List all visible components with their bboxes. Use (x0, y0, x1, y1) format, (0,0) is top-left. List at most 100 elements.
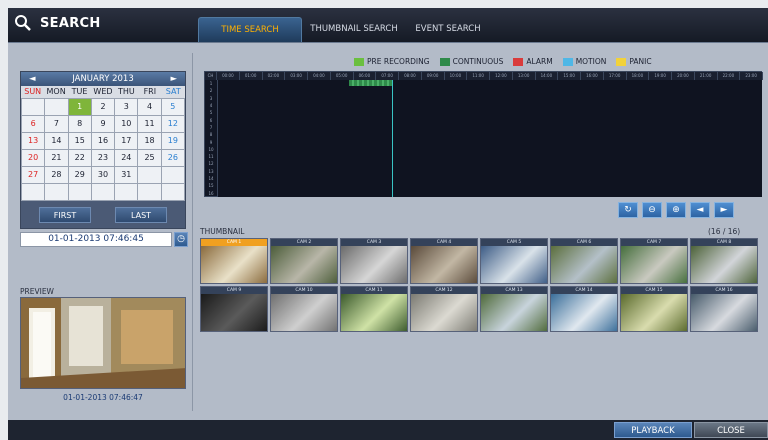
calendar-day (138, 167, 161, 183)
weekday-label: WED (93, 87, 113, 96)
thumbnail-item[interactable]: CAM 5 (480, 238, 548, 284)
calendar-day[interactable]: 13 (22, 133, 45, 149)
calendar-day[interactable]: 11 (138, 116, 161, 132)
weekday-label: FRI (143, 87, 157, 96)
first-button[interactable]: FIRST (39, 207, 91, 223)
legend: PRE RECORDING CONTINUOUS ALARM MOTION PA… (354, 57, 652, 66)
calendar-day[interactable]: 8 (68, 116, 91, 132)
timeline-grid[interactable] (217, 80, 762, 197)
calendar-day[interactable]: 2 (91, 99, 115, 115)
hour-label: 14:00 (536, 72, 559, 80)
calendar-day[interactable]: 3 (115, 99, 138, 115)
last-button[interactable]: LAST (115, 207, 167, 223)
calendar-header: ◄ JANUARY 2013 ► (21, 72, 185, 86)
hour-label: 01:00 (240, 72, 263, 80)
timeline-hours: CH 00:00 01:00 02:00 03:00 04:00 05:00 06:00 07:… (205, 72, 763, 80)
prev-month-icon[interactable]: ◄ (29, 74, 36, 84)
channel-label: 4 (209, 102, 213, 108)
calendar-day[interactable]: 10 (115, 116, 138, 132)
calendar-day[interactable]: 9 (91, 116, 115, 132)
tab-time-search[interactable]: TIME SEARCH (198, 17, 302, 42)
hour-label: 16:00 (581, 72, 604, 80)
calendar-day[interactable]: 25 (138, 150, 161, 166)
weekday-label: THU (118, 87, 135, 96)
next-icon[interactable]: ► (714, 202, 734, 218)
calendar-day (161, 184, 184, 200)
calendar-day (115, 184, 138, 200)
calendar-day[interactable]: 24 (115, 150, 138, 166)
zoom-out-icon[interactable]: ⊖ (642, 202, 662, 218)
thumbnail-item[interactable]: CAM 8 (690, 238, 758, 284)
hour-label: 08:00 (399, 72, 422, 80)
preview-image (20, 297, 186, 389)
calendar-buttons: FIRST LAST (21, 201, 185, 223)
calendar-day[interactable]: 23 (91, 150, 115, 166)
camera-thumbnail-image (201, 246, 267, 283)
calendar-day[interactable]: 31 (115, 167, 138, 183)
thumbnail-caption: CAM 12 (411, 287, 477, 294)
hour-label: 18:00 (627, 72, 650, 80)
thumbnail-item[interactable]: CAM 10 (270, 286, 338, 332)
thumbnail-item[interactable]: CAM 1 (200, 238, 268, 284)
calendar-day (161, 167, 184, 183)
timeline-controls: ↻ ⊖ ⊕ ◄ ► (618, 202, 734, 218)
thumbnail-item[interactable]: CAM 9 (200, 286, 268, 332)
thumbnail-item[interactable]: CAM 11 (340, 286, 408, 332)
clock-icon[interactable]: ◷ (174, 232, 188, 247)
close-button[interactable]: CLOSE (694, 422, 768, 438)
calendar-day[interactable]: 17 (115, 133, 138, 149)
thumbnail-item[interactable]: CAM 7 (620, 238, 688, 284)
calendar-day[interactable]: 19 (161, 133, 184, 149)
timeline[interactable]: CH 00:00 01:00 02:00 03:00 04:00 05:00 06:00 07:… (204, 71, 763, 197)
preview-scene (21, 298, 185, 388)
thumbnail-item[interactable]: CAM 13 (480, 286, 548, 332)
calendar-day[interactable]: 22 (68, 150, 91, 166)
thumbnail-item[interactable]: CAM 15 (620, 286, 688, 332)
thumbnail-item[interactable]: CAM 2 (270, 238, 338, 284)
thumbnail-item[interactable]: CAM 16 (690, 286, 758, 332)
calendar-day[interactable]: 27 (22, 167, 45, 183)
calendar-day[interactable]: 7 (45, 116, 68, 132)
hour-label: 10:00 (445, 72, 468, 80)
calendar-day[interactable]: 14 (45, 133, 68, 149)
camera-thumbnail-image (201, 294, 267, 331)
channel-label: 5 (209, 110, 213, 116)
calendar-day[interactable]: 30 (91, 167, 115, 183)
refresh-icon[interactable]: ↻ (618, 202, 638, 218)
calendar-day[interactable]: 28 (45, 167, 68, 183)
thumbnail-caption: CAM 16 (691, 287, 757, 294)
legend-item: CONTINUOUS (439, 57, 503, 66)
prev-icon[interactable]: ◄ (690, 202, 710, 218)
hour-label: 00:00 (217, 72, 240, 80)
calendar-day[interactable]: 15 (68, 133, 91, 149)
next-month-icon[interactable]: ► (170, 74, 177, 84)
thumbnail-item[interactable]: CAM 6 (550, 238, 618, 284)
zoom-in-icon[interactable]: ⊕ (666, 202, 686, 218)
calendar-day[interactable]: 29 (68, 167, 91, 183)
thumbnail-grid: CAM 1 CAM 2 CAM 3 CAM 4 CAM 5 CAM 6 CAM 7 CAM 8… (200, 238, 760, 332)
calendar-day[interactable]: 26 (161, 150, 184, 166)
thumbnail-label: THUMBNAIL (200, 227, 245, 236)
camera-thumbnail-image (341, 246, 407, 283)
calendar-day[interactable]: 1 (68, 99, 91, 115)
calendar-day[interactable]: 4 (138, 99, 161, 115)
thumbnail-item[interactable]: CAM 12 (410, 286, 478, 332)
calendar-day[interactable]: 6 (22, 116, 45, 132)
thumbnail-item[interactable]: CAM 3 (340, 238, 408, 284)
playback-button[interactable]: PLAYBACK (614, 422, 692, 438)
channel-label: 2 (209, 88, 213, 94)
datetime-field[interactable]: 01-01-2013 07:46:45 (20, 232, 172, 247)
calendar-day[interactable]: 12 (161, 116, 184, 132)
tab-thumbnail-search[interactable]: THUMBNAIL SEARCH (306, 17, 402, 42)
thumbnail-item[interactable]: CAM 4 (410, 238, 478, 284)
tab-event-search[interactable]: EVENT SEARCH (406, 17, 490, 42)
thumbnail-item[interactable]: CAM 14 (550, 286, 618, 332)
calendar-day[interactable]: 18 (138, 133, 161, 149)
hour-label: 20:00 (672, 72, 695, 80)
calendar-day[interactable]: 16 (91, 133, 115, 149)
calendar-day[interactable]: 20 (22, 150, 45, 166)
calendar-day[interactable]: 21 (45, 150, 68, 166)
divider (192, 53, 193, 411)
timeline-cursor[interactable] (392, 80, 393, 197)
calendar-day[interactable]: 5 (161, 99, 184, 115)
